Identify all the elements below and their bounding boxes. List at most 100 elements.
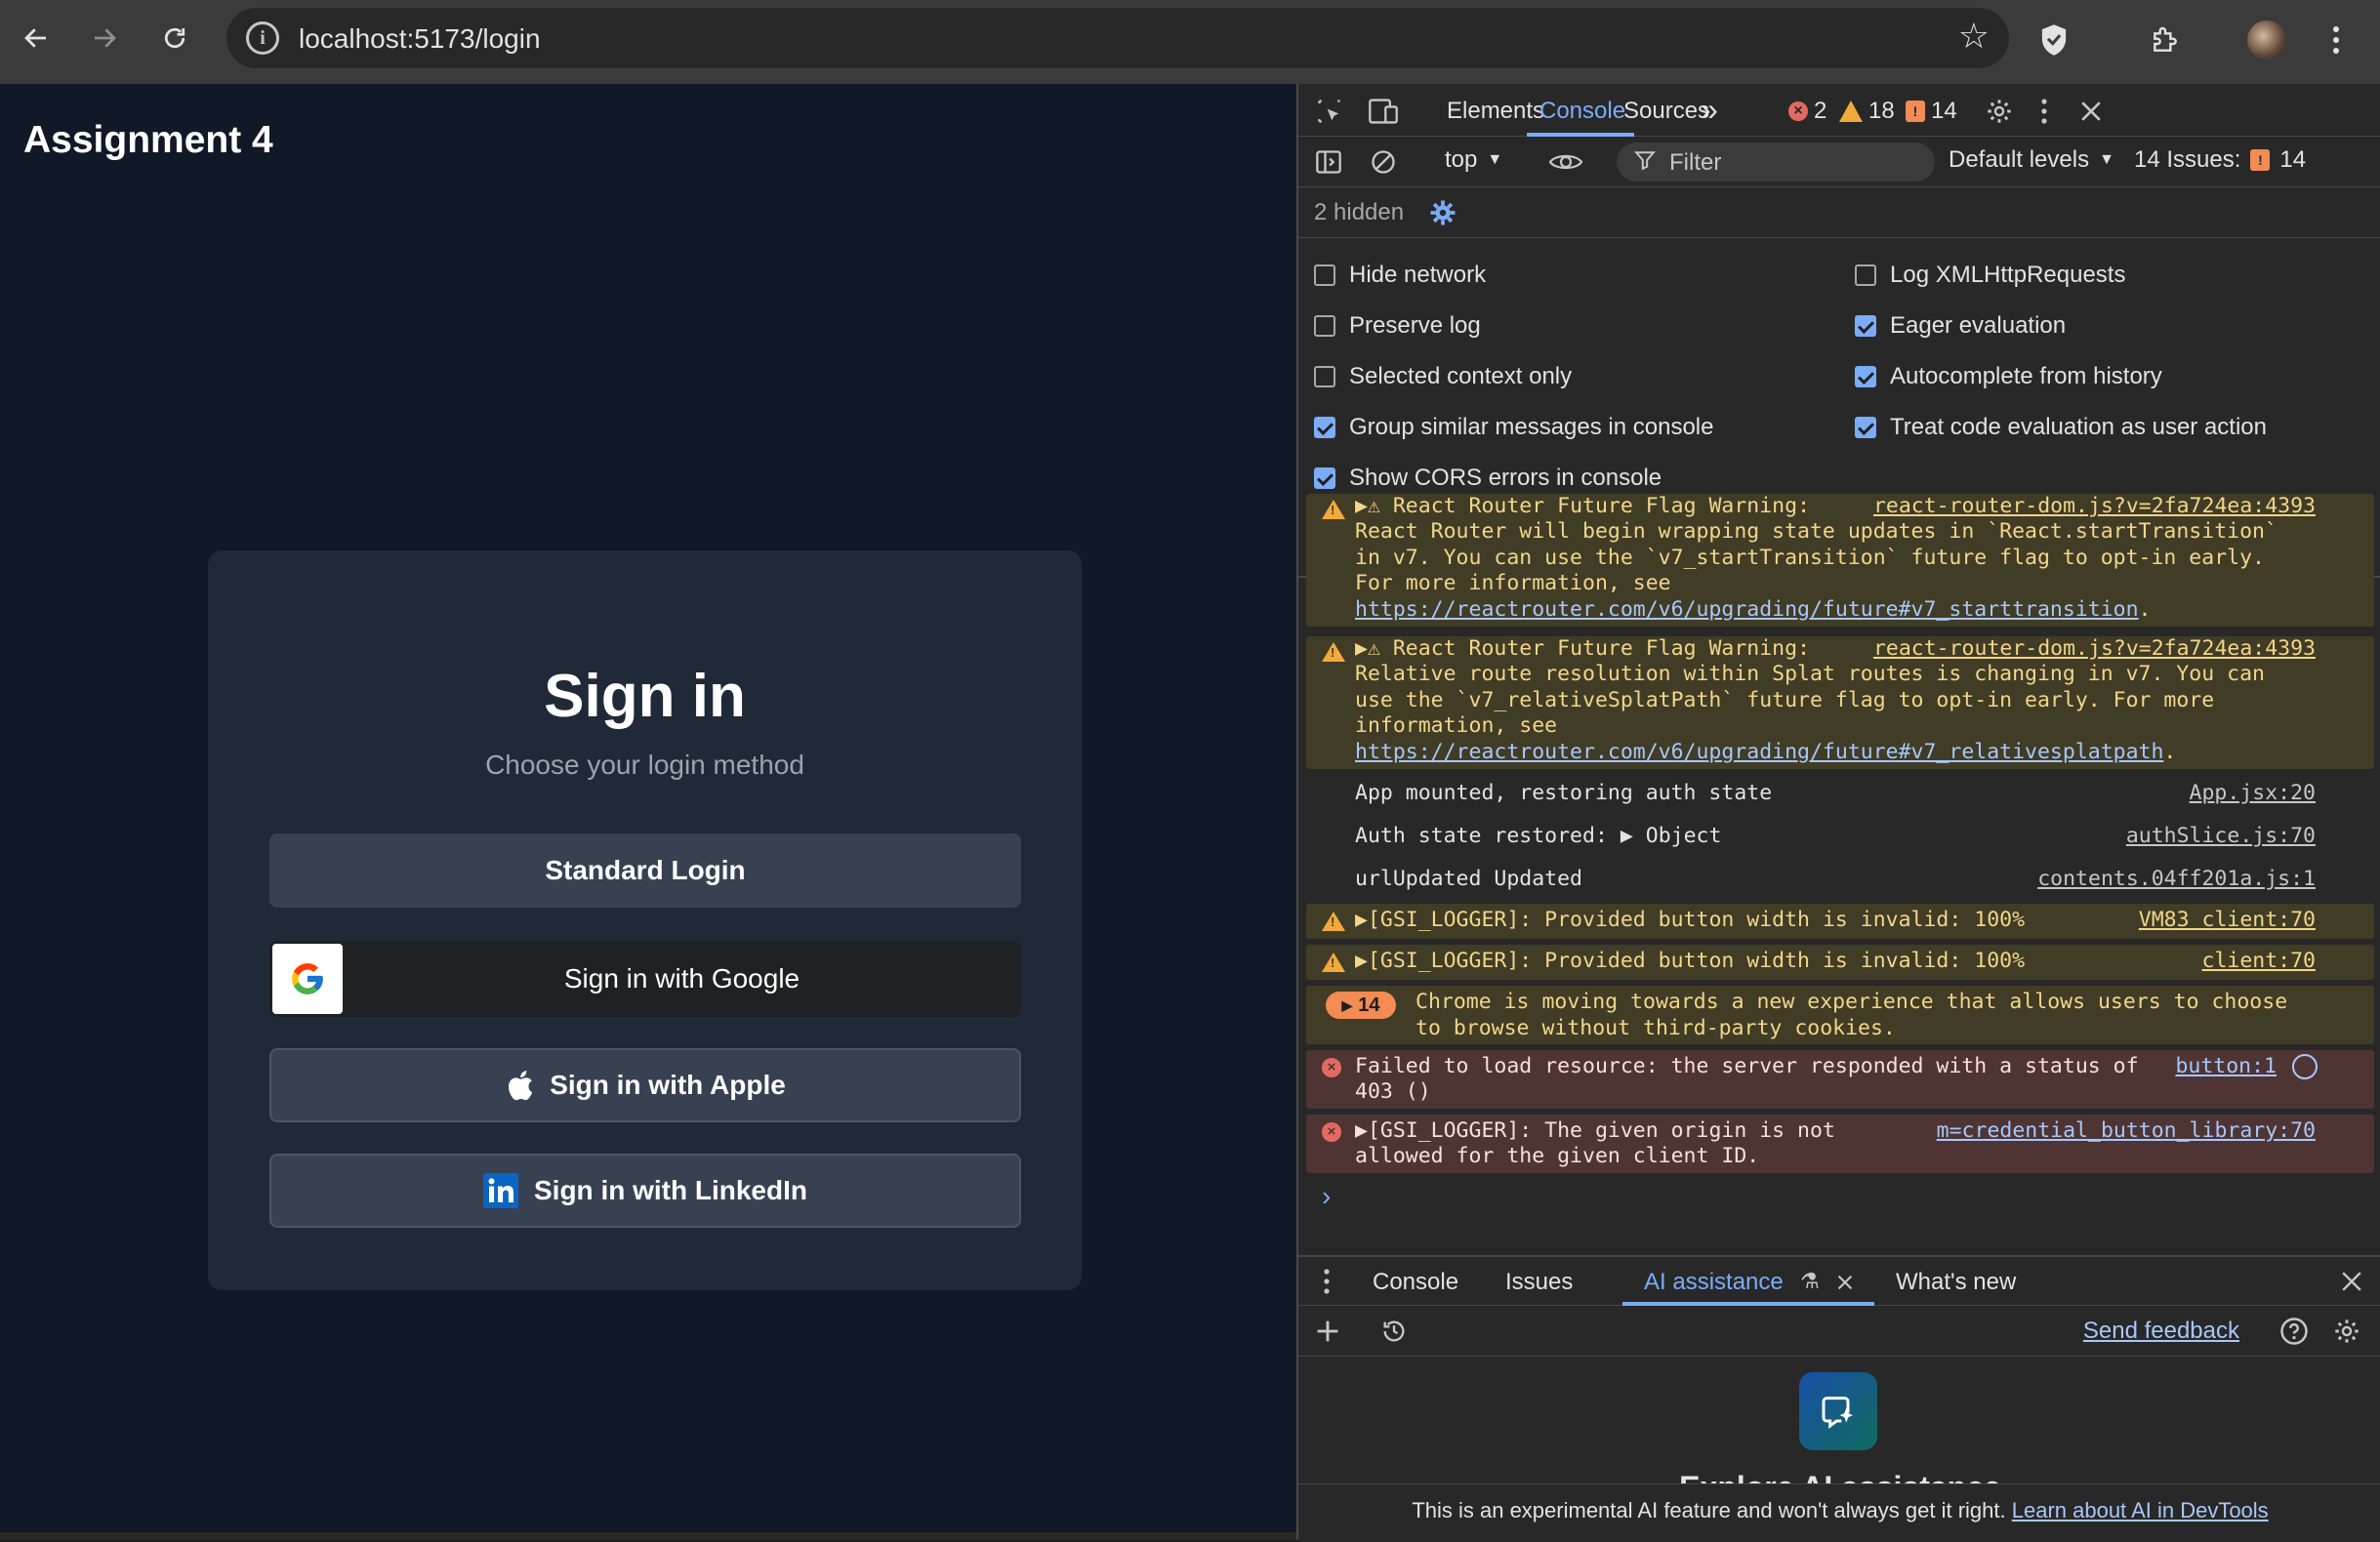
- standard-login-button[interactable]: Standard Login: [269, 833, 1021, 908]
- console-warning-message[interactable]: ▶⚠ React Router Future Flag Warning: rea…: [1306, 636, 2374, 769]
- expand-triangle-icon[interactable]: ▶: [1355, 908, 1368, 932]
- doc-link[interactable]: https://reactrouter.com/v6/upgrading/fut…: [1355, 597, 2139, 622]
- console-error-message[interactable]: × ▶[GSI_LOGGER]: The given origin is not…: [1306, 1115, 2374, 1173]
- drawer-tab-whats-new[interactable]: What's new: [1896, 1269, 2016, 1296]
- learn-about-ai-link[interactable]: Learn about AI in DevTools: [2012, 1498, 2269, 1522]
- source-link[interactable]: client:70: [2202, 949, 2317, 975]
- expand-triangle-icon[interactable]: ▶: [1355, 1118, 1368, 1143]
- tab-console[interactable]: Console: [1539, 98, 1625, 125]
- source-link[interactable]: button:1: [2175, 1054, 2277, 1080]
- reload-button[interactable]: [150, 14, 199, 62]
- console-settings-gear-icon[interactable]: [1427, 197, 1458, 228]
- console-prompt-caret[interactable]: ›: [1322, 1181, 1331, 1212]
- show-cors-checkbox[interactable]: Show CORS errors in console: [1314, 465, 1662, 492]
- expand-triangle-icon[interactable]: ▶: [1355, 494, 1368, 518]
- console-filter-input[interactable]: Filter: [1617, 142, 1935, 182]
- context-selector[interactable]: top ▼: [1445, 146, 1502, 174]
- console-warning-message[interactable]: ▶[GSI_LOGGER]: Provided button width is …: [1306, 904, 2374, 939]
- issue-count[interactable]: ! 14: [1906, 98, 1957, 125]
- log-levels-dropdown[interactable]: Default levels ▼: [1949, 146, 2114, 174]
- source-link[interactable]: react-router-dom.js?v=2fa724ea:4393: [1873, 636, 2316, 663]
- console-grouped-warning[interactable]: ▶ 14 Chrome is moving towards a new exper…: [1306, 986, 2374, 1044]
- linkedin-signin-label: Sign in with LinkedIn: [534, 1175, 807, 1205]
- source-link[interactable]: m=credential_button_library:70: [1937, 1118, 2316, 1145]
- source-link[interactable]: react-router-dom.js?v=2fa724ea:4393: [1873, 494, 2316, 520]
- close-devtools-icon[interactable]: [2075, 96, 2107, 127]
- devtools-settings-gear-icon[interactable]: [1984, 96, 2015, 127]
- drawer-tab-issues[interactable]: Issues: [1505, 1269, 1573, 1296]
- ai-assistance-logo-icon: [1799, 1372, 1877, 1450]
- warning-icon: ⚠: [1367, 494, 1380, 518]
- eager-evaluation-checkbox[interactable]: Eager evaluation: [1855, 312, 2066, 340]
- drawer-tab-console[interactable]: Console: [1373, 1269, 1458, 1296]
- network-request-icon[interactable]: [2292, 1054, 2318, 1079]
- console-warning-message[interactable]: ▶[GSI_LOGGER]: Provided button width is …: [1306, 945, 2374, 980]
- console-error-message[interactable]: × Failed to load resource: the server re…: [1306, 1050, 2374, 1109]
- ai-disclaimer: This is an experimental AI feature and w…: [1298, 1483, 2380, 1542]
- ai-toolbar: Send feedback: [1298, 1306, 2380, 1357]
- send-feedback-link[interactable]: Send feedback: [2083, 1318, 2239, 1345]
- doc-link[interactable]: https://reactrouter.com/v6/upgrading/fut…: [1355, 740, 2163, 764]
- bookmark-star-icon[interactable]: ☆: [1958, 16, 1990, 57]
- source-link[interactable]: contents.04ff201a.js:1: [2037, 867, 2316, 893]
- more-tabs-chevron-icon[interactable]: »: [1701, 92, 1718, 128]
- drawer-tabbar: Console Issues AI assistance ⚗ What's ne…: [1298, 1257, 2380, 1306]
- expand-triangle-icon[interactable]: ▶: [1355, 949, 1368, 973]
- ai-settings-gear-icon[interactable]: [2331, 1316, 2362, 1347]
- url-text[interactable]: localhost:5173/login: [299, 23, 541, 55]
- error-count[interactable]: × 2: [1788, 98, 1826, 125]
- tab-sources[interactable]: Sources: [1623, 98, 1709, 125]
- close-drawer-icon[interactable]: [2337, 1267, 2366, 1296]
- sidebar-toggle-icon[interactable]: [1312, 146, 1345, 178]
- site-info-icon[interactable]: i: [246, 21, 279, 55]
- console-log-message[interactable]: App mounted, restoring auth state App.js…: [1306, 777, 2374, 812]
- expand-triangle-icon[interactable]: ▶: [1355, 636, 1368, 661]
- address-bar[interactable]: i localhost:5173/login ☆: [226, 8, 2009, 68]
- window-bottom-edge: [0, 1532, 1296, 1540]
- filter-funnel-icon: [1634, 149, 1656, 171]
- expand-object-triangle-icon[interactable]: ▶: [1621, 824, 1633, 848]
- console-log-message[interactable]: Auth state restored: ▶ Object authSlice.…: [1306, 820, 2374, 855]
- clear-console-icon[interactable]: [1367, 146, 1400, 178]
- source-link[interactable]: VM83 client:70: [2139, 908, 2316, 934]
- drawer-tab-ai-assistance[interactable]: AI assistance: [1644, 1269, 1784, 1296]
- selected-context-checkbox[interactable]: Selected context only: [1314, 363, 1572, 390]
- close-tab-icon[interactable]: [1833, 1271, 1857, 1294]
- message-count-badge[interactable]: ▶ 14: [1326, 992, 1396, 1019]
- console-log-message[interactable]: urlUpdated Updated contents.04ff201a.js:…: [1306, 863, 2374, 898]
- shield-extension-icon[interactable]: [2032, 16, 2075, 64]
- live-expression-eye-icon[interactable]: [1546, 146, 1585, 178]
- google-logo-icon: [272, 944, 343, 1014]
- back-button[interactable]: [12, 14, 61, 62]
- google-signin-button[interactable]: Sign in with Google: [269, 941, 1021, 1017]
- devtools-tabbar: Elements Console Sources » × 2 18 ! 14: [1298, 84, 2380, 137]
- apple-signin-button[interactable]: Sign in with Apple: [269, 1048, 1021, 1122]
- new-chat-plus-icon[interactable]: [1312, 1316, 1343, 1347]
- browser-menu-icon[interactable]: [2319, 16, 2353, 64]
- console-warning-message[interactable]: ▶⚠ React Router Future Flag Warning: rea…: [1306, 494, 2374, 627]
- autocomplete-history-checkbox[interactable]: Autocomplete from history: [1855, 363, 2162, 390]
- group-similar-checkbox[interactable]: Group similar messages in console: [1314, 414, 1714, 441]
- preserve-log-checkbox[interactable]: Preserve log: [1314, 312, 1481, 340]
- warning-icon: [1322, 500, 1345, 519]
- extensions-puzzle-icon[interactable]: [2144, 16, 2187, 64]
- history-icon[interactable]: [1378, 1316, 1410, 1347]
- source-link[interactable]: authSlice.js:70: [2126, 824, 2316, 850]
- tab-elements[interactable]: Elements: [1447, 98, 1544, 125]
- devtools-drawer: Console Issues AI assistance ⚗ What's ne…: [1298, 1255, 2380, 1542]
- profile-avatar[interactable]: [2245, 16, 2288, 64]
- forward-button[interactable]: [80, 14, 129, 62]
- warning-count[interactable]: 18: [1839, 98, 1895, 125]
- inspect-element-icon[interactable]: [1314, 96, 1345, 127]
- apple-signin-label: Sign in with Apple: [550, 1070, 786, 1100]
- source-link[interactable]: App.jsx:20: [2190, 781, 2316, 807]
- issues-link[interactable]: 14 Issues: ! 14: [2134, 146, 2306, 174]
- linkedin-signin-button[interactable]: Sign in with LinkedIn: [269, 1154, 1021, 1228]
- drawer-menu-icon[interactable]: [1320, 1267, 1334, 1296]
- devtools-menu-icon[interactable]: [2034, 96, 2054, 127]
- log-xhr-checkbox[interactable]: Log XMLHttpRequests: [1855, 262, 2125, 289]
- treat-code-eval-checkbox[interactable]: Treat code evaluation as user action: [1855, 414, 2267, 441]
- hide-network-checkbox[interactable]: Hide network: [1314, 262, 1486, 289]
- help-icon[interactable]: [2278, 1316, 2310, 1347]
- device-toolbar-icon[interactable]: [1367, 96, 1400, 127]
